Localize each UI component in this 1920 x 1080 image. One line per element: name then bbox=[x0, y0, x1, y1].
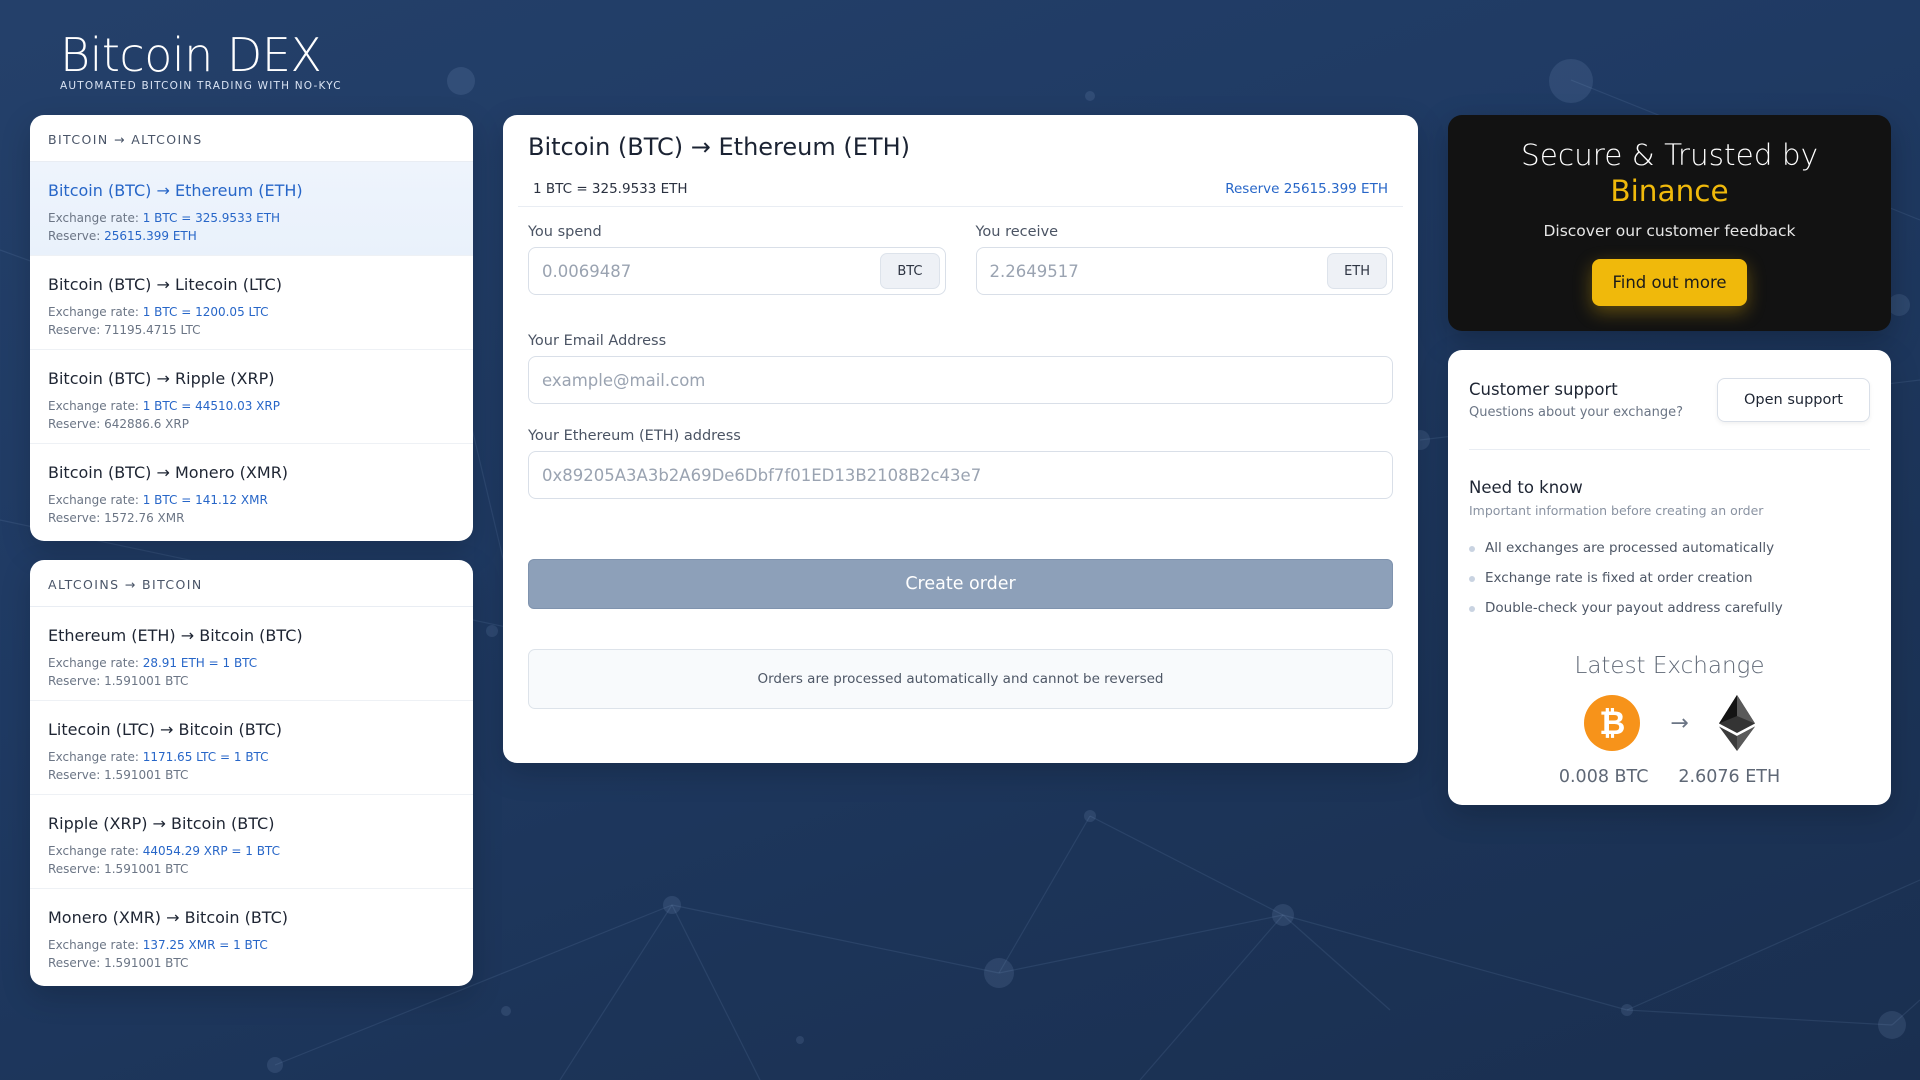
panel-heading: ALTCOINS → BITCOIN bbox=[30, 560, 473, 607]
receive-currency-badge: ETH bbox=[1327, 253, 1387, 289]
to-amount: 2.6076 ETH bbox=[1678, 767, 1781, 787]
pair-rate: Exchange rate: 1171.65 LTC = 1 BTC bbox=[48, 750, 269, 764]
pair-reserve: Reserve: 1.591001 BTC bbox=[48, 956, 189, 970]
email-placeholder: example@mail.com bbox=[542, 370, 706, 390]
support-card: Customer support Questions about your ex… bbox=[1448, 350, 1891, 805]
need-to-know-title: Need to know bbox=[1469, 478, 1583, 497]
pair-item-btc-eth[interactable]: Bitcoin (BTC) → Ethereum (ETH) Exchange … bbox=[30, 162, 473, 256]
pair-name: Monero (XMR) → Bitcoin (BTC) bbox=[48, 908, 289, 927]
order-form-card: Bitcoin (BTC) → Ethereum (ETH) 1 BTC = 3… bbox=[503, 115, 1418, 763]
panel-heading: BITCOIN → ALTCOINS bbox=[30, 115, 473, 162]
spend-value: 0.0069487 bbox=[542, 261, 632, 281]
btc-to-altcoins-panel: BITCOIN → ALTCOINS Bitcoin (BTC) → Ether… bbox=[30, 115, 473, 541]
latest-exchange-icons: ₿ → bbox=[1469, 695, 1870, 751]
open-support-button[interactable]: Open support bbox=[1716, 377, 1870, 422]
pair-item-ltc-btc[interactable]: Litecoin (LTC) → Bitcoin (BTC) Exchange … bbox=[30, 701, 473, 795]
support-title: Customer support bbox=[1469, 379, 1618, 399]
promo-brand: Binance bbox=[1610, 174, 1729, 208]
email-field-group: Your Email Address example@mail.com bbox=[528, 333, 1393, 404]
address-field[interactable]: 0x89205A3A3b2A69De6Dbf7f01ED13B2108B2c43… bbox=[528, 451, 1393, 499]
pair-rate: Exchange rate: 44054.29 XRP = 1 BTC bbox=[48, 844, 280, 858]
promo-subtitle: Discover our customer feedback bbox=[1543, 222, 1796, 240]
customer-support-row: Customer support Questions about your ex… bbox=[1469, 350, 1870, 450]
pair-reserve: Reserve: 1.591001 BTC bbox=[48, 768, 189, 782]
pair-rate: Exchange rate: 1 BTC = 141.12 XMR bbox=[48, 493, 268, 507]
order-notice: Orders are processed automatically and c… bbox=[528, 649, 1393, 709]
pair-reserve: Reserve: 1572.76 XMR bbox=[48, 511, 185, 525]
pair-item-btc-xrp[interactable]: Bitcoin (BTC) → Ripple (XRP) Exchange ra… bbox=[30, 350, 473, 444]
pair-reserve: Reserve: 642886.6 XRP bbox=[48, 417, 189, 431]
pair-name: Bitcoin (BTC) → Ethereum (ETH) bbox=[48, 181, 303, 200]
support-text: Customer support Questions about your ex… bbox=[1469, 380, 1683, 420]
arrow-right-icon: → bbox=[1670, 710, 1689, 736]
bitcoin-icon: ₿ bbox=[1584, 695, 1641, 751]
brand-header: Bitcoin DEX AUTOMATED BITCOIN TRADING WI… bbox=[60, 28, 342, 92]
need-to-know-subtitle: Important information before creating an… bbox=[1469, 503, 1764, 518]
ethereum-icon bbox=[1718, 695, 1755, 751]
pair-name: Bitcoin (BTC) → Litecoin (LTC) bbox=[48, 275, 282, 294]
pair-reserve: Reserve: 71195.4715 LTC bbox=[48, 323, 201, 337]
pair-reserve: Reserve: 25615.399 ETH bbox=[48, 229, 197, 243]
list-item: All exchanges are processed automaticall… bbox=[1469, 533, 1870, 563]
brand-title: Bitcoin DEX bbox=[60, 28, 322, 82]
support-subtitle: Questions about your exchange? bbox=[1469, 404, 1684, 420]
latest-exchange-title: Latest Exchange bbox=[1574, 653, 1765, 679]
from-amount: 0.008 BTC bbox=[1558, 767, 1649, 787]
order-rate: 1 BTC = 325.9533 ETH bbox=[533, 180, 688, 197]
find-out-more-button[interactable]: Find out more bbox=[1592, 259, 1747, 306]
pair-rate: Exchange rate: 1 BTC = 44510.03 XRP bbox=[48, 399, 280, 413]
spend-currency-badge: BTC bbox=[880, 253, 940, 289]
binance-promo-card: Secure & Trusted by Binance Discover our… bbox=[1448, 115, 1891, 331]
list-item: Double-check your payout address careful… bbox=[1469, 593, 1870, 623]
pair-rate: Exchange rate: 1 BTC = 1200.05 LTC bbox=[48, 305, 269, 319]
receive-field-group: You receive 2.2649517 ETH bbox=[975, 224, 1393, 295]
pair-item-btc-xmr[interactable]: Bitcoin (BTC) → Monero (XMR) Exchange ra… bbox=[30, 444, 473, 538]
order-meta: 1 BTC = 325.9533 ETH Reserve 25615.399 E… bbox=[518, 177, 1403, 207]
pair-item-xrp-btc[interactable]: Ripple (XRP) → Bitcoin (BTC) Exchange ra… bbox=[30, 795, 473, 889]
address-placeholder: 0x89205A3A3b2A69De6Dbf7f01ED13B2108B2c43… bbox=[542, 465, 982, 485]
altcoins-to-btc-panel: ALTCOINS → BITCOIN Ethereum (ETH) → Bitc… bbox=[30, 560, 473, 986]
pair-rate: Exchange rate: 137.25 XMR = 1 BTC bbox=[48, 938, 268, 952]
email-label: Your Email Address bbox=[528, 333, 667, 349]
address-field-group: Your Ethereum (ETH) address 0x89205A3A3b… bbox=[528, 428, 1393, 499]
receive-value: 2.2649517 bbox=[989, 261, 1079, 281]
spend-input[interactable]: 0.0069487 BTC bbox=[528, 247, 946, 295]
pair-name: Ripple (XRP) → Bitcoin (BTC) bbox=[48, 814, 275, 833]
email-field[interactable]: example@mail.com bbox=[528, 356, 1393, 404]
receive-input[interactable]: 2.2649517 ETH bbox=[975, 247, 1393, 295]
latest-exchange-amounts: 0.008 BTC 2.6076 ETH bbox=[1469, 767, 1870, 787]
pair-name: Bitcoin (BTC) → Monero (XMR) bbox=[48, 463, 289, 482]
spend-label: You spend bbox=[528, 224, 602, 240]
address-label: Your Ethereum (ETH) address bbox=[528, 428, 741, 444]
promo-title: Secure & Trusted by bbox=[1520, 138, 1819, 172]
list-item: Exchange rate is fixed at order creation bbox=[1469, 563, 1870, 593]
order-reserve: Reserve 25615.399 ETH bbox=[1225, 180, 1388, 197]
brand-subtitle: AUTOMATED BITCOIN TRADING WITH NO-KYC bbox=[60, 80, 342, 92]
receive-label: You receive bbox=[975, 224, 1059, 240]
pair-rate: Exchange rate: 1 BTC = 325.9533 ETH bbox=[48, 211, 281, 225]
pair-item-eth-btc[interactable]: Ethereum (ETH) → Bitcoin (BTC) Exchange … bbox=[30, 607, 473, 701]
pair-reserve: Reserve: 1.591001 BTC bbox=[48, 862, 189, 876]
need-to-know-list: All exchanges are processed automaticall… bbox=[1469, 533, 1870, 623]
pair-item-btc-ltc[interactable]: Bitcoin (BTC) → Litecoin (LTC) Exchange … bbox=[30, 256, 473, 350]
pair-name: Bitcoin (BTC) → Ripple (XRP) bbox=[48, 369, 275, 388]
pair-reserve: Reserve: 1.591001 BTC bbox=[48, 674, 189, 688]
pair-item-xmr-btc[interactable]: Monero (XMR) → Bitcoin (BTC) Exchange ra… bbox=[30, 889, 473, 983]
spend-field-group: You spend 0.0069487 BTC bbox=[528, 224, 946, 295]
pair-name: Ethereum (ETH) → Bitcoin (BTC) bbox=[48, 626, 303, 645]
order-title: Bitcoin (BTC) → Ethereum (ETH) bbox=[528, 133, 910, 161]
pair-name: Litecoin (LTC) → Bitcoin (BTC) bbox=[48, 720, 282, 739]
pair-rate: Exchange rate: 28.91 ETH = 1 BTC bbox=[48, 656, 258, 670]
create-order-button[interactable]: Create order bbox=[528, 559, 1393, 609]
